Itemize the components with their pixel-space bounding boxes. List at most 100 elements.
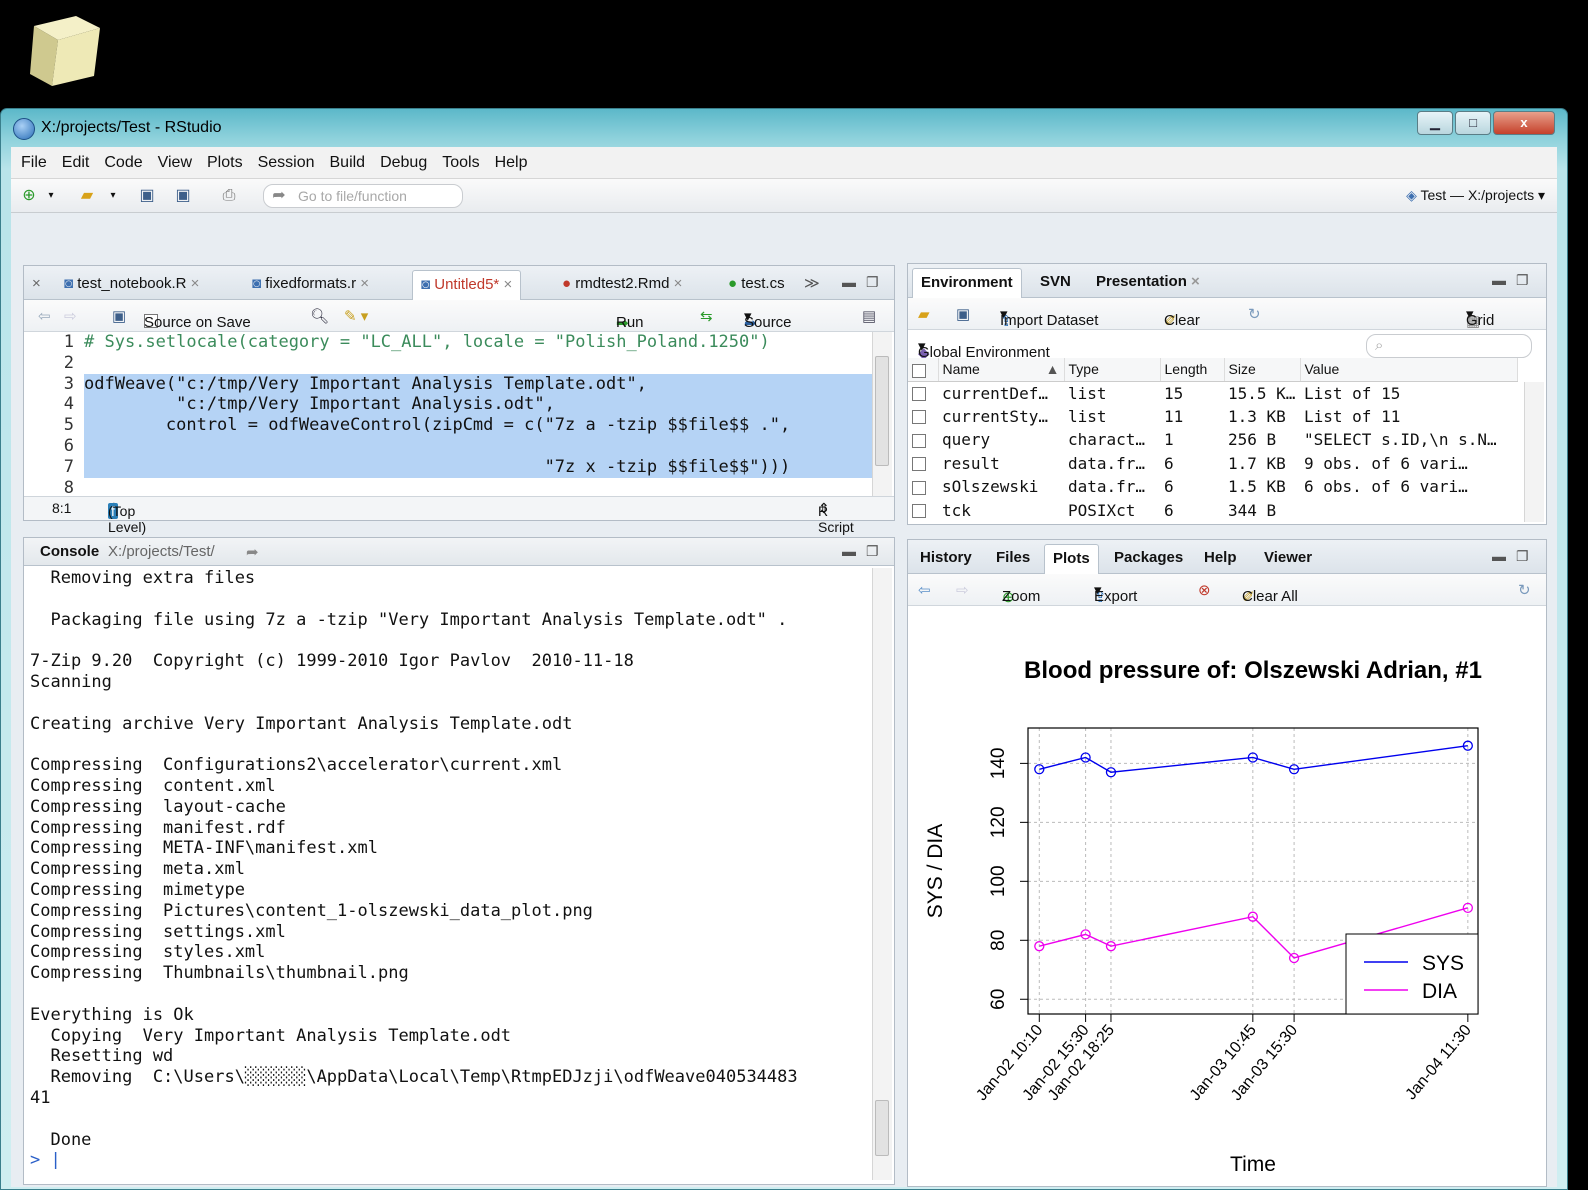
row-checkbox[interactable] <box>912 457 926 472</box>
close-icon[interactable]: × <box>191 275 200 292</box>
tab-environment[interactable]: Environment <box>912 268 1022 298</box>
project-menu[interactable]: ◈ Test — X:/projects ▾ <box>1406 187 1545 204</box>
env-search-input[interactable]: ⌕ <box>1366 334 1532 358</box>
tab-help[interactable]: Help <box>1196 544 1245 574</box>
minimize-pane-icon[interactable]: ▬ <box>842 543 856 559</box>
console-output[interactable]: Removing extra files Packaging file usin… <box>30 568 870 1171</box>
outline-icon[interactable]: ▤ <box>862 307 876 325</box>
close-icon[interactable]: × <box>674 275 683 292</box>
tab-files[interactable]: Files <box>988 544 1038 574</box>
col-value[interactable]: Value <box>1300 358 1518 382</box>
row-checkbox[interactable] <box>912 410 926 425</box>
scroll-thumb[interactable] <box>875 356 889 466</box>
tab-rmdtest2[interactable]: ● rmdtest2.Rmd × <box>554 270 690 300</box>
menu-debug[interactable]: Debug <box>380 154 427 172</box>
env-scrollbar[interactable] <box>1524 382 1544 522</box>
remove-plot-icon[interactable]: ⊗ <box>1198 581 1211 599</box>
prev-plot-icon[interactable]: ⇦ <box>918 581 931 599</box>
load-workspace-icon[interactable]: ▰ <box>918 305 930 323</box>
menu-plots[interactable]: Plots <box>207 154 243 172</box>
table-row[interactable]: currentDef… list 15 15.5 K… List of 15 <box>908 381 1518 404</box>
save-icon[interactable]: ▣ <box>112 307 126 325</box>
refresh-icon[interactable]: ↻ <box>1518 581 1531 599</box>
tab-viewer[interactable]: Viewer <box>1256 544 1320 574</box>
menu-file[interactable]: File <box>21 154 47 172</box>
select-all-header[interactable] <box>908 358 939 382</box>
go-to-file-input[interactable]: Go to file/function <box>263 184 463 208</box>
row-checkbox[interactable] <box>912 480 926 495</box>
environment-selector[interactable]: ◆ Global Environment ▾ <box>918 337 1050 362</box>
file-type-selector[interactable]: R Script ⇕ <box>818 500 854 535</box>
open-dropdown-icon[interactable]: ▾ <box>103 186 123 206</box>
menu-code[interactable]: Code <box>104 154 142 172</box>
maximize-button[interactable]: □ <box>1455 111 1491 135</box>
print-icon[interactable]: ⎙ <box>219 186 239 206</box>
tab-history[interactable]: History <box>912 544 980 574</box>
tab-test-csv[interactable]: ● test.cs <box>720 270 794 300</box>
table-row[interactable]: result data.fr… 6 1.7 KB 9 obs. of 6 vari… <box>908 452 1518 475</box>
export-button[interactable]: ⇪ Export ▾ <box>1094 581 1137 606</box>
tab-presentation[interactable]: Presentation × <box>1088 268 1208 298</box>
close-icon[interactable]: × <box>360 275 369 292</box>
tab-packages[interactable]: Packages <box>1106 544 1191 574</box>
close-tab-icon[interactable]: × <box>24 270 49 300</box>
maximize-pane-icon[interactable]: ❐ <box>866 274 879 291</box>
save-all-icon[interactable]: ▣ <box>173 186 193 206</box>
tab-untitled5[interactable]: ◙ Untitled5* × <box>412 270 522 300</box>
col-length[interactable]: Length <box>1160 358 1225 382</box>
rerun-icon[interactable]: ⇆ <box>700 307 713 325</box>
new-file-dropdown-icon[interactable]: ▾ <box>41 186 61 206</box>
minimize-pane-icon[interactable]: ▬ <box>1492 272 1506 288</box>
maximize-pane-icon[interactable]: ❐ <box>1516 272 1529 289</box>
view-mode-selector[interactable]: ▦ Grid ▾ <box>1466 305 1494 330</box>
menu-edit[interactable]: Edit <box>62 154 90 172</box>
editor-scrollbar[interactable] <box>872 332 892 496</box>
open-folder-icon[interactable]: ▰ <box>77 186 97 206</box>
scroll-thumb[interactable] <box>875 1100 889 1156</box>
tab-svn[interactable]: SVN <box>1032 268 1079 298</box>
table-row[interactable]: currentSty… list 11 1.3 KB List of 11 <box>908 405 1518 428</box>
maximize-pane-icon[interactable]: ❐ <box>866 543 879 560</box>
row-checkbox[interactable] <box>912 387 926 402</box>
close-icon[interactable]: × <box>1191 273 1200 290</box>
row-checkbox[interactable] <box>912 504 926 519</box>
code-area[interactable]: 1 # Sys.setlocale(category = "LC_ALL", lo… <box>24 332 872 498</box>
close-icon[interactable]: × <box>503 276 512 293</box>
table-row[interactable]: tck POSIXct 6 344 B <box>908 498 1518 521</box>
row-checkbox[interactable] <box>912 433 926 448</box>
next-plot-icon[interactable]: ⇨ <box>956 581 969 599</box>
back-icon[interactable]: ⇦ <box>38 307 51 325</box>
col-type[interactable]: Type <box>1064 358 1161 382</box>
table-row[interactable]: query charact… 1 256 B "SELECT s.ID,\n s.N… <box>908 428 1518 451</box>
tab-test-notebook[interactable]: ◙ test_notebook.R × <box>56 270 207 300</box>
scope-selector[interactable]: f (Top Level) ⇕ <box>108 500 146 535</box>
save-workspace-icon[interactable]: ▣ <box>956 305 970 323</box>
console-scrollbar[interactable] <box>872 568 892 1180</box>
col-size[interactable]: Size <box>1224 358 1301 382</box>
table-row[interactable]: sOlszewski data.fr… 6 1.5 KB 6 obs. of 6 var… <box>908 475 1518 498</box>
menu-view[interactable]: View <box>158 154 192 172</box>
minimize-pane-icon[interactable]: ▬ <box>842 274 856 290</box>
forward-icon[interactable]: ⇨ <box>64 307 77 325</box>
import-dataset-button[interactable]: ⇪ Import Dataset ▾ <box>1000 305 1098 330</box>
tab-plots[interactable]: Plots <box>1044 544 1099 574</box>
save-icon[interactable]: ▣ <box>137 186 157 206</box>
console-prompt[interactable]: > | <box>30 1150 870 1171</box>
menu-build[interactable]: Build <box>330 154 366 172</box>
minimize-button[interactable]: ▁ <box>1417 111 1453 135</box>
tab-fixedformats[interactable]: ◙ fixedformats.r × <box>244 270 377 300</box>
source-button[interactable]: ➦ Source ▾ <box>744 307 792 332</box>
code-tools-icon[interactable]: ✎ ▾ <box>344 307 368 325</box>
menu-session[interactable]: Session <box>258 154 315 172</box>
menu-tools[interactable]: Tools <box>442 154 479 172</box>
goto-dir-icon[interactable]: ➦ <box>246 543 259 561</box>
refresh-icon[interactable]: ↻ <box>1248 305 1261 323</box>
more-tabs-icon[interactable]: ≫ <box>796 270 828 300</box>
col-name[interactable]: Name ▲ <box>938 358 1065 382</box>
close-button[interactable]: x <box>1493 111 1555 135</box>
find-icon[interactable]: 🔍︎ <box>310 307 329 325</box>
new-file-icon[interactable]: ⊕ <box>19 186 39 206</box>
maximize-pane-icon[interactable]: ❐ <box>1516 548 1529 565</box>
minimize-pane-icon[interactable]: ▬ <box>1492 548 1506 564</box>
menu-help[interactable]: Help <box>495 154 528 172</box>
